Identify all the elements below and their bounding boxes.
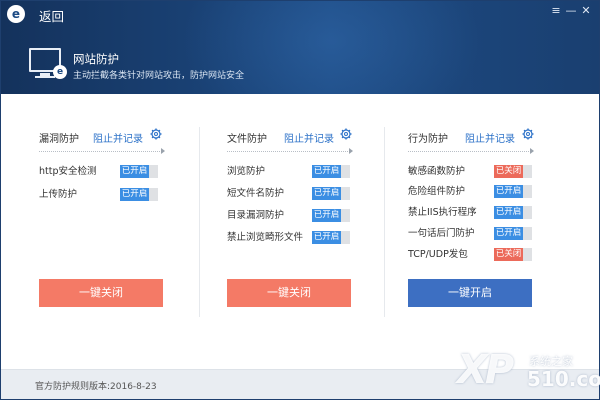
list-item: TCP/UDP发包 已关闭 xyxy=(408,248,538,262)
item-label: TCP/UDP发包 xyxy=(408,249,468,260)
toggle-state: 已开启 xyxy=(120,165,149,178)
item-label: 禁止浏览畸形文件 xyxy=(227,232,304,243)
back-button[interactable]: 返回 xyxy=(39,6,64,25)
toggle-switch[interactable]: 已开启 xyxy=(120,188,158,201)
monitor-base-shape xyxy=(35,76,55,78)
toggle-state: 已关闭 xyxy=(494,248,523,261)
page-title: 网站防护 xyxy=(73,52,119,66)
toggle-state: 已开启 xyxy=(494,206,523,219)
toggle-switch[interactable]: 已关闭 xyxy=(494,165,532,178)
shield-badge-icon: e xyxy=(53,65,67,79)
toggle-state: 已关闭 xyxy=(494,165,523,178)
separator-arrow-icon xyxy=(161,148,165,154)
watermark-xp-text: XP xyxy=(457,347,514,393)
list-item: 短文件名防护 已开启 xyxy=(227,187,357,201)
panel-behavior: 行为防护 阻止并记录 敏感函数防护 已关闭 危险组件防护 已开启 禁止IIS执行… xyxy=(408,94,538,369)
toggle-switch[interactable]: 已开启 xyxy=(312,187,350,200)
gear-icon[interactable] xyxy=(522,128,534,140)
app-window: e 返回 ≡ — ✕ e 网站防护 主动拦截各类针对网站攻击，防护网站安全 漏洞… xyxy=(0,0,600,400)
toggle-switch[interactable]: 已开启 xyxy=(120,165,158,178)
list-item: http安全检测 已开启 xyxy=(39,165,169,179)
enable-all-button[interactable]: 一键开启 xyxy=(408,279,532,307)
list-item: 上传防护 已开启 xyxy=(39,188,169,202)
panel-vulnerability: 漏洞防护 阻止并记录 http安全检测 已开启 上传防护 已开启 一键关闭 xyxy=(39,94,169,369)
header-banner: e 返回 ≡ — ✕ e 网站防护 主动拦截各类针对网站攻击，防护网站安全 xyxy=(1,1,599,94)
toggle-state: 已开启 xyxy=(312,231,341,244)
rules-version-text: 官方防护规则版本:2016-8-23 xyxy=(35,382,157,392)
dotted-separator xyxy=(408,151,531,152)
item-label: 目录漏洞防护 xyxy=(227,210,285,221)
title-bar: e 返回 ≡ — ✕ xyxy=(1,1,599,27)
toggle-switch[interactable]: 已开启 xyxy=(312,231,350,244)
disable-all-button[interactable]: 一键关闭 xyxy=(39,279,163,307)
block-and-log-link[interactable]: 阻止并记录 xyxy=(93,130,143,145)
toggle-switch[interactable]: 已开启 xyxy=(494,185,532,198)
column-divider xyxy=(199,127,200,317)
list-item: 敏感函数防护 已关闭 xyxy=(408,165,538,179)
item-label: 一句话后门防护 xyxy=(408,228,475,239)
item-label: 危险组件防护 xyxy=(408,186,466,197)
toggle-state: 已开启 xyxy=(312,187,341,200)
list-item: 危险组件防护 已开启 xyxy=(408,185,538,199)
list-item: 浏览防护 已开启 xyxy=(227,165,357,179)
main-content: 漏洞防护 阻止并记录 http安全检测 已开启 上传防护 已开启 一键关闭 文件… xyxy=(1,94,599,369)
toggle-state: 已开启 xyxy=(494,185,523,198)
watermark-domain-text: 510.com xyxy=(527,367,600,391)
column-divider xyxy=(384,127,385,317)
panel-file: 文件防护 阻止并记录 浏览防护 已开启 短文件名防护 已开启 目录漏洞防护 已开… xyxy=(227,94,357,369)
dotted-separator xyxy=(227,151,350,152)
close-icon[interactable]: ✕ xyxy=(579,4,593,17)
gear-icon[interactable] xyxy=(340,128,352,140)
item-label: 敏感函数防护 xyxy=(408,166,466,177)
list-item: 禁止浏览畸形文件 已开启 xyxy=(227,231,357,245)
panel-title: 文件防护 xyxy=(227,134,267,145)
watermark-logo: XP 系统之家 510.com xyxy=(457,347,600,397)
toggle-state: 已开启 xyxy=(312,209,341,222)
minimize-icon[interactable]: — xyxy=(564,4,578,17)
list-item: 一句话后门防护 已开启 xyxy=(408,227,538,241)
separator-arrow-icon xyxy=(349,148,353,154)
app-logo-icon: e xyxy=(7,5,25,23)
list-item: 目录漏洞防护 已开启 xyxy=(227,209,357,223)
toggle-state: 已开启 xyxy=(312,165,341,178)
block-and-log-link[interactable]: 阻止并记录 xyxy=(284,130,334,145)
item-label: 上传防护 xyxy=(39,189,78,200)
list-item: 禁止IIS执行程序 已开启 xyxy=(408,206,538,220)
panel-title: 漏洞防护 xyxy=(39,134,79,145)
item-label: http安全检测 xyxy=(39,166,97,177)
gear-icon[interactable] xyxy=(150,128,162,140)
item-label: 浏览防护 xyxy=(227,166,266,177)
toggle-switch[interactable]: 已开启 xyxy=(494,227,532,240)
toggle-state: 已开启 xyxy=(120,188,149,201)
toggle-switch[interactable]: 已关闭 xyxy=(494,248,532,261)
separator-arrow-icon xyxy=(530,148,534,154)
item-label: 短文件名防护 xyxy=(227,188,285,199)
toggle-switch[interactable]: 已开启 xyxy=(312,165,350,178)
toggle-state: 已开启 xyxy=(494,227,523,240)
toggle-switch[interactable]: 已开启 xyxy=(494,206,532,219)
item-label: 禁止IIS执行程序 xyxy=(408,207,477,218)
disable-all-button[interactable]: 一键关闭 xyxy=(227,279,351,307)
page-subtitle: 主动拦截各类针对网站攻击，防护网站安全 xyxy=(73,71,245,81)
menu-icon[interactable]: ≡ xyxy=(549,4,563,17)
panel-title: 行为防护 xyxy=(408,134,448,145)
toggle-switch[interactable]: 已开启 xyxy=(312,209,350,222)
dotted-separator xyxy=(39,151,162,152)
block-and-log-link[interactable]: 阻止并记录 xyxy=(465,130,515,145)
